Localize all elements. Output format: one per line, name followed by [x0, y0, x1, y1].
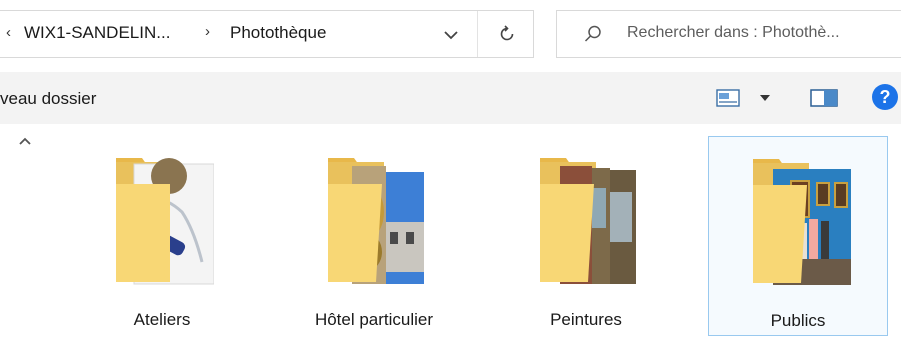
breadcrumb-separator[interactable]: › [205, 23, 210, 40]
command-bar: veau dossier ? [0, 72, 901, 124]
folder-ateliers[interactable]: Ateliers [72, 136, 252, 336]
folder-label: Hôtel particulier [314, 310, 434, 329]
folder-label: Ateliers [133, 310, 191, 329]
help-icon[interactable]: ? [872, 84, 898, 110]
chevron-left-icon[interactable]: ‹ [6, 24, 11, 41]
refresh-icon[interactable] [497, 24, 517, 44]
folder-icon [116, 158, 214, 285]
preview-pane-icon[interactable] [810, 89, 838, 107]
folder-label: Publics [770, 311, 826, 330]
folder-icon [753, 159, 851, 285]
folder-label: Peintures [550, 310, 622, 329]
folder-icon [328, 158, 424, 284]
address-bar-row: ‹ WIX1-SANDELIN... › Photothèque Recherc… [0, 0, 901, 68]
address-divider [477, 11, 478, 57]
file-view: Ateliers Hôtel particulier Peintures Pub… [0, 126, 901, 360]
scroll-up-icon[interactable] [18, 136, 32, 146]
view-options-icon[interactable] [716, 89, 740, 107]
search-box[interactable]: Rechercher dans : Photothè... [556, 10, 901, 58]
folder-icon [540, 158, 636, 284]
folder-peintures[interactable]: Peintures [496, 136, 676, 336]
search-input[interactable]: Rechercher dans : Photothè... [627, 24, 840, 42]
chevron-down-icon[interactable] [436, 25, 466, 45]
breadcrumb-computer[interactable]: WIX1-SANDELIN... [24, 23, 170, 43]
caret-down-icon[interactable] [759, 93, 771, 103]
new-folder-button[interactable]: veau dossier [0, 89, 96, 109]
scrollbar[interactable] [0, 126, 42, 360]
folder-publics[interactable]: Publics [708, 136, 888, 336]
address-bar[interactable]: ‹ WIX1-SANDELIN... › Photothèque [0, 10, 534, 58]
search-icon [584, 25, 601, 42]
folder-hotel-particulier[interactable]: Hôtel particulier [284, 136, 464, 336]
breadcrumb-phototheque[interactable]: Photothèque [230, 23, 326, 43]
